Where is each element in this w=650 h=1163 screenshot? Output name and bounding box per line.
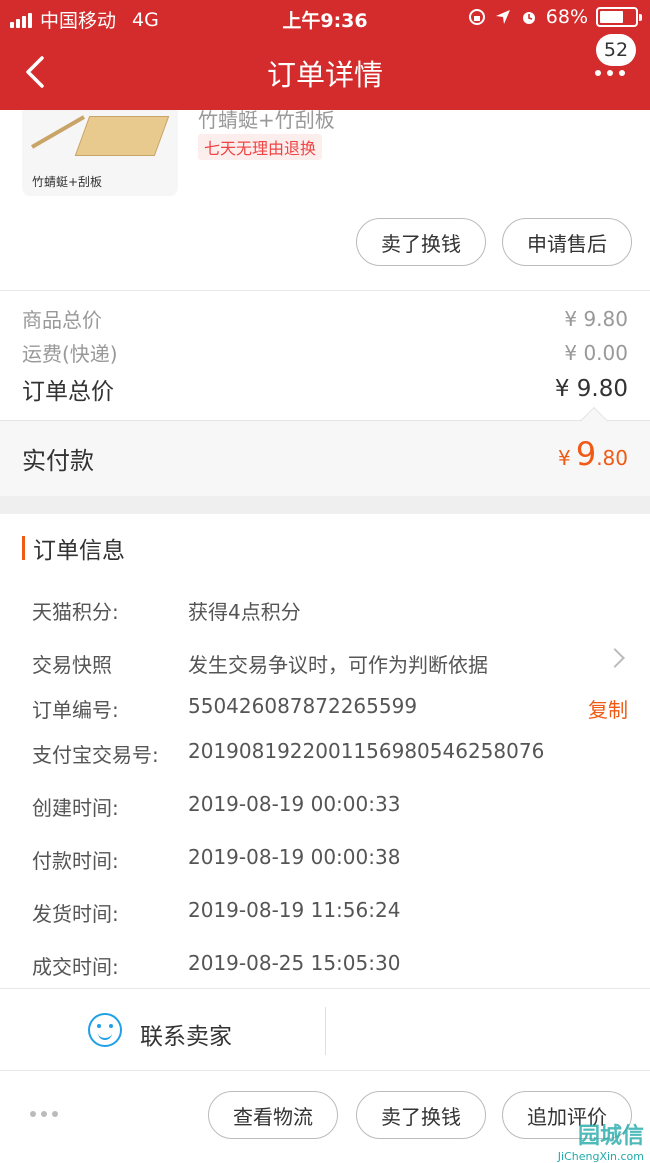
battery-percent: 68%: [545, 6, 588, 28]
after-sale-button[interactable]: 申请售后: [502, 218, 632, 266]
copy-button[interactable]: 复制: [588, 694, 628, 723]
product-name[interactable]: 竹蜻蜓+竹刮板: [198, 104, 335, 133]
nav-bar: 订单详情 52: [0, 34, 650, 110]
shipping-value: ¥ 0.00: [564, 340, 628, 365]
resell-button-bottom[interactable]: 卖了换钱: [356, 1091, 486, 1139]
goods-total-row: 商品总价 ¥ 9.80: [22, 304, 628, 333]
product-item[interactable]: 竹蜻蜓+刮板 竹蜻蜓+竹刮板 七天无理由退换 卖了换钱 申请售后: [0, 108, 650, 290]
divider: [325, 1007, 326, 1055]
heading-accent-bar: [22, 536, 25, 560]
return-policy-tag: 七天无理由退换: [198, 134, 323, 160]
status-bar: 中国移动 4G 上午9:36 68%: [0, 0, 650, 36]
goods-total-label: 商品总价: [22, 308, 102, 332]
section-gap: [0, 496, 650, 514]
watermark: 园城信 JiChengXin.com: [557, 1124, 644, 1163]
more-dots-icon[interactable]: [590, 66, 630, 80]
product-thumbnail[interactable]: 竹蜻蜓+刮板: [22, 110, 178, 196]
order-total-label: 订单总价: [22, 379, 114, 405]
chat-face-icon[interactable]: [88, 1013, 122, 1047]
bottom-action-bar: 查看物流 卖了换钱 追加评价 园城信 JiChengXin.com: [0, 1070, 650, 1163]
view-logistics-button[interactable]: 查看物流: [208, 1091, 338, 1139]
battery-icon: [596, 7, 642, 27]
more-dots-icon[interactable]: [30, 1111, 58, 1117]
paid-label: 实付款: [22, 447, 94, 475]
shipping-label: 运费(快递): [22, 342, 118, 366]
header-bar: 中国移动 4G 上午9:36 68% 订单详情 52: [0, 0, 650, 110]
paid-amount-row: 实付款 ¥ 9.80: [0, 406, 650, 496]
location-arrow-icon: [495, 10, 510, 24]
goods-total-value: ¥ 9.80: [564, 306, 628, 331]
message-badge: 52: [596, 34, 636, 66]
rotation-lock-icon: [468, 9, 485, 25]
shipping-row: 运费(快递) ¥ 0.00: [22, 338, 628, 367]
order-total-value: ¥ 9.80: [554, 376, 628, 402]
paid-value: ¥ 9.80: [558, 435, 628, 473]
chevron-right-icon: [605, 648, 625, 668]
thumb-caption: 竹蜻蜓+刮板: [32, 175, 103, 189]
contact-section: 联系卖家: [0, 988, 650, 1070]
order-total-row: 订单总价 ¥ 9.80: [22, 372, 628, 406]
alarm-icon: [522, 12, 535, 24]
page-title: 订单详情: [266, 58, 383, 92]
divider: [0, 290, 650, 291]
order-info-heading: 订单信息: [22, 532, 125, 564]
contact-seller-button[interactable]: 联系卖家: [140, 1017, 232, 1051]
resell-button[interactable]: 卖了换钱: [356, 218, 486, 266]
